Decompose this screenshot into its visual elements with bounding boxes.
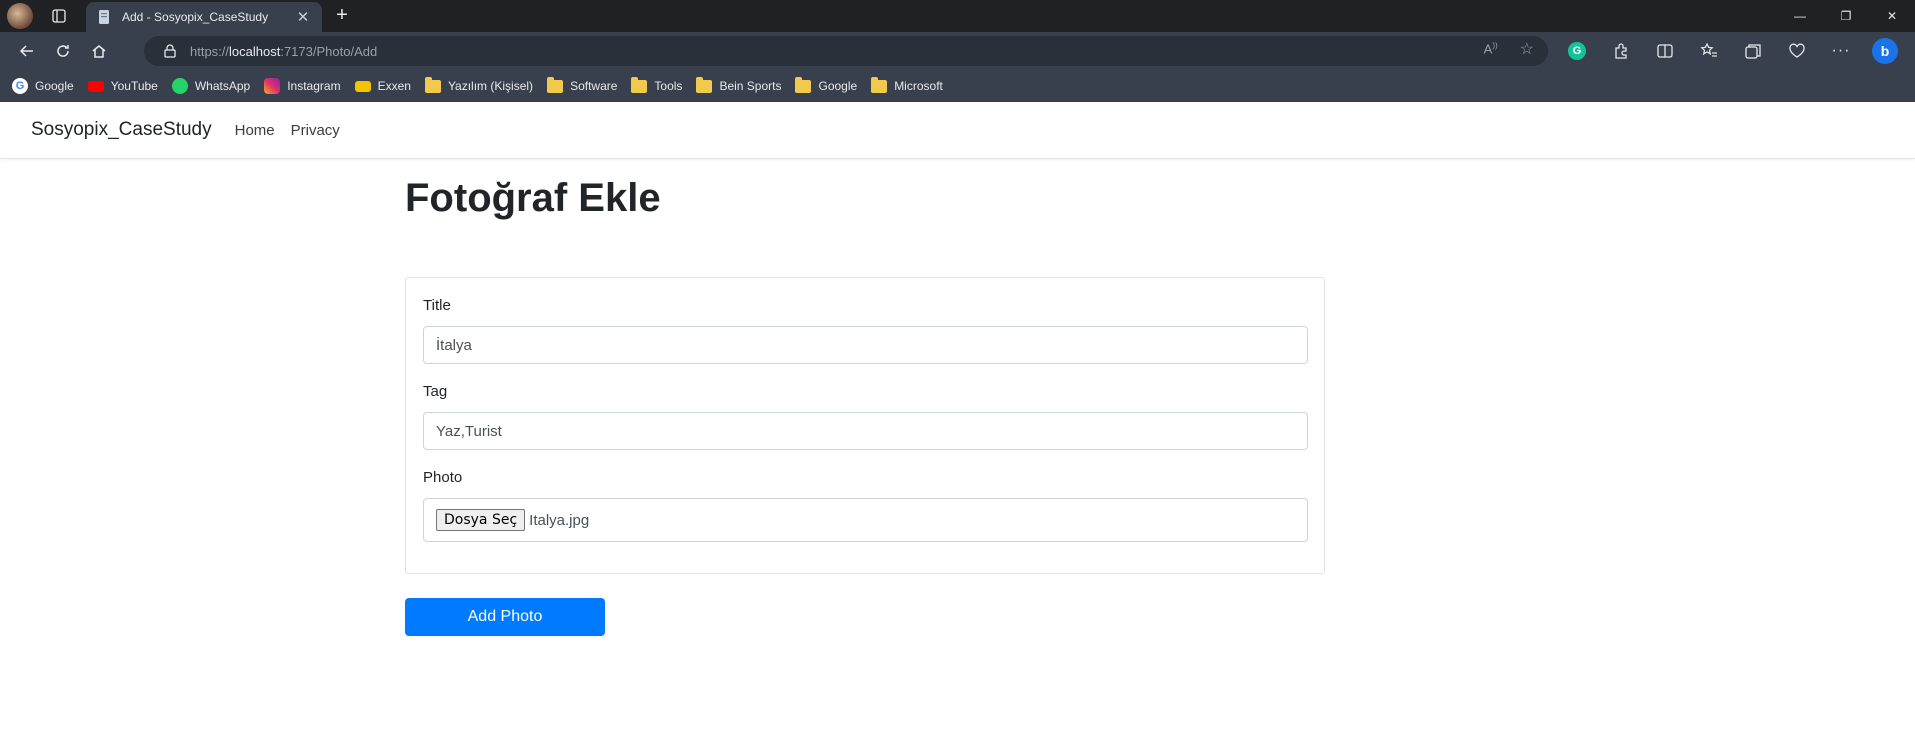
selected-file-name: Italya.jpg [529, 511, 590, 529]
more-menu-icon[interactable]: ··· [1826, 36, 1856, 66]
whatsapp-icon [171, 78, 188, 94]
folder-icon [871, 76, 888, 93]
photo-label: Photo [423, 469, 463, 486]
nav-link-privacy[interactable]: Privacy [291, 122, 340, 139]
bookmark-whatsapp[interactable]: WhatsApp [171, 74, 250, 98]
title-label: Title [423, 297, 451, 314]
favorite-star-icon[interactable]: ☆ [1520, 41, 1534, 59]
tab-title: Add - Sosyopix_CaseStudy [122, 10, 269, 24]
folder-icon [547, 76, 564, 93]
refresh-icon[interactable] [46, 36, 80, 66]
site-brand[interactable]: Sosyopix_CaseStudy [31, 119, 212, 141]
nav-link-home[interactable]: Home [235, 122, 275, 139]
bing-copilot-icon[interactable]: b [1870, 36, 1900, 66]
browser-essentials-icon[interactable] [1782, 36, 1812, 66]
extensions-puzzle-icon[interactable] [1606, 36, 1636, 66]
folder-icon [424, 76, 441, 93]
add-photo-button[interactable]: Add Photo [405, 598, 605, 636]
bookmark-youtube[interactable]: YouTube [87, 74, 158, 98]
tab-close-icon[interactable]: ✕ [294, 8, 312, 26]
read-aloud-icon[interactable]: A)) [1484, 41, 1498, 59]
photo-file-input[interactable]: Dosya Seç Italya.jpg [423, 498, 1308, 542]
profile-avatar[interactable] [7, 3, 33, 29]
home-icon[interactable] [82, 36, 116, 66]
url-text: https://localhost:7173/Photo/Add [190, 43, 378, 59]
bookmark-folder-yazilim[interactable]: Yazılım (Kişisel) [424, 74, 533, 98]
lock-icon[interactable] [162, 43, 178, 59]
youtube-icon [87, 80, 104, 92]
collections-icon[interactable] [1738, 36, 1768, 66]
favorites-icon[interactable] [1694, 36, 1724, 66]
address-bar[interactable]: https://localhost:7173/Photo/Add A)) ☆ [144, 36, 1548, 66]
title-input[interactable]: İtalya [423, 326, 1308, 364]
folder-icon [795, 76, 812, 93]
bookmark-instagram[interactable]: Instagram [264, 74, 341, 98]
minimize-icon[interactable]: — [1777, 0, 1823, 32]
grammarly-icon[interactable]: G [1562, 36, 1592, 66]
bookmark-google[interactable]: G Google [12, 74, 74, 98]
choose-file-button[interactable]: Dosya Seç [436, 509, 526, 531]
back-icon[interactable] [10, 36, 44, 66]
restore-icon[interactable]: ❐ [1823, 0, 1869, 32]
bookmark-exxen[interactable]: Exxen [354, 74, 411, 98]
bookmark-folder-software[interactable]: Software [547, 74, 617, 98]
bookmark-folder-tools[interactable]: Tools [631, 74, 682, 98]
extension-icons: G ··· b [1562, 36, 1900, 66]
folder-icon [631, 76, 648, 93]
bookmark-folder-microsoft[interactable]: Microsoft [871, 74, 943, 98]
tab-actions-icon[interactable] [45, 2, 73, 30]
page-title: Fotoğraf Ekle [405, 176, 661, 220]
site-navbar: Sosyopix_CaseStudy Home Privacy [0, 102, 1915, 159]
tag-input-value: Yaz,Turist [436, 422, 502, 440]
bookmark-folder-google[interactable]: Google [795, 74, 857, 98]
window-controls: — ❐ ✕ [1777, 0, 1915, 32]
tag-label: Tag [423, 383, 448, 400]
google-icon: G [12, 78, 28, 94]
title-input-value: İtalya [436, 336, 472, 354]
new-tab-icon[interactable]: + [330, 4, 354, 28]
tag-input[interactable]: Yaz,Turist [423, 412, 1308, 450]
split-screen-icon[interactable] [1650, 36, 1680, 66]
folder-icon [696, 76, 713, 93]
exxen-icon [354, 80, 371, 92]
instagram-icon [264, 78, 281, 94]
bookmark-folder-bein-sports[interactable]: Bein Sports [696, 74, 781, 98]
page-favicon-icon [99, 10, 109, 24]
browser-tab-active[interactable]: Add - Sosyopix_CaseStudy ✕ [86, 2, 322, 32]
close-window-icon[interactable]: ✕ [1869, 0, 1915, 32]
browser-toolbar: https://localhost:7173/Photo/Add A)) ☆ G… [0, 32, 1915, 70]
bookmarks-bar: G Google YouTube WhatsApp Instagram Exxen… [0, 70, 1915, 102]
photo-form-card: Title İtalya Tag Yaz,Turist Photo Dosya … [405, 277, 1325, 574]
